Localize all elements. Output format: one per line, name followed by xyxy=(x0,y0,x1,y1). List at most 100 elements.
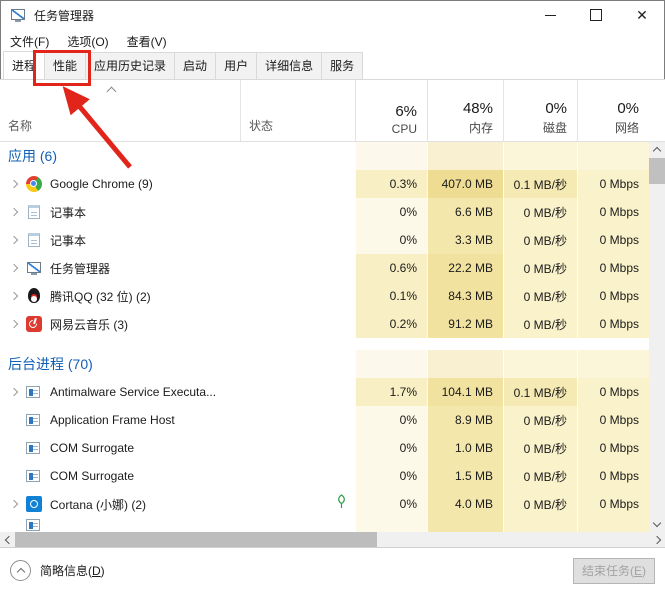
expand-chevron-icon[interactable] xyxy=(8,260,26,276)
tab-startup[interactable]: 启动 xyxy=(174,52,217,79)
disk-column-header[interactable]: 0% 磁盘 xyxy=(503,80,577,141)
process-name: 记事本 xyxy=(50,205,87,220)
net-value-cell: 0 Mbps xyxy=(577,254,649,282)
tab-app-history[interactable]: 应用历史记录 xyxy=(85,52,176,79)
chrome-icon xyxy=(26,176,42,192)
minimize-button[interactable] xyxy=(527,0,573,30)
process-name-cell: Antimalware Service Executa... xyxy=(0,378,240,406)
tab-details[interactable]: 详细信息 xyxy=(256,52,323,79)
cpu-value-cell: 0.6% xyxy=(355,254,427,282)
mem-value-cell xyxy=(427,142,503,170)
notepad-icon xyxy=(28,233,40,247)
partial-process-row[interactable] xyxy=(0,518,649,532)
menu-item-options[interactable]: 选项(O) xyxy=(65,31,110,52)
horizontal-scrollbar[interactable] xyxy=(0,532,665,547)
process-row[interactable]: Cortana (小娜) (2) 0% 4.0 MB 0 MB/秒 0 Mbps xyxy=(0,490,649,518)
mem-value-cell: 91.2 MB xyxy=(427,310,503,338)
status-cell xyxy=(240,406,355,434)
process-row[interactable]: Google Chrome (9) 0.3% 407.0 MB 0.1 MB/秒 0 M… xyxy=(0,170,649,198)
chevron-left-icon xyxy=(4,535,13,544)
disk-value-cell: 0 MB/秒 xyxy=(503,434,577,462)
memory-column-header[interactable]: 48% 内存 xyxy=(427,80,503,141)
tab-performance[interactable]: 性能 xyxy=(44,52,87,79)
group-header-row[interactable]: 后台进程 (70) xyxy=(0,350,649,378)
chevron-right-icon xyxy=(652,535,661,544)
tab-services[interactable]: 服务 xyxy=(321,52,364,79)
status-header-label: 状态 xyxy=(249,119,274,133)
process-row[interactable]: 网易云音乐 (3) 0.2% 91.2 MB 0 MB/秒 0 Mbps xyxy=(0,310,649,338)
menu-item-file[interactable]: 文件(F) xyxy=(8,31,51,52)
cpu-value-cell: 0% xyxy=(355,434,427,462)
tab-users[interactable]: 用户 xyxy=(215,52,258,79)
generic-icon xyxy=(26,414,40,426)
fewer-details-toggle[interactable]: 简略信息(D) xyxy=(10,560,105,581)
process-row[interactable]: 任务管理器 0.6% 22.2 MB 0 MB/秒 0 Mbps xyxy=(0,254,649,282)
status-cell xyxy=(240,142,355,170)
generic-icon xyxy=(26,442,40,454)
mem-value-cell: 22.2 MB xyxy=(427,254,503,282)
scroll-up-button[interactable] xyxy=(649,142,665,158)
mem-value-cell: 1.5 MB xyxy=(427,462,503,490)
cpu-column-header[interactable]: 6% CPU xyxy=(355,80,427,141)
net-value-cell: 0 Mbps xyxy=(577,310,649,338)
window-title: 任务管理器 xyxy=(34,8,95,23)
process-row[interactable]: COM Surrogate 0% 1.0 MB 0 MB/秒 0 Mbps xyxy=(0,434,649,462)
process-name: 记事本 xyxy=(50,233,87,248)
expand-chevron-icon[interactable] xyxy=(8,176,26,192)
scroll-left-button[interactable] xyxy=(0,532,15,547)
task-manager-window: 任务管理器 ✕ 文件(F) 选项(O) 查看(V) 进程 性能 应用历史记录 启… xyxy=(0,0,665,592)
process-name-cell: COM Surrogate xyxy=(0,462,240,490)
process-row[interactable]: Antimalware Service Executa... 1.7% 104.1 … xyxy=(0,378,649,406)
cpu-value-cell xyxy=(355,518,427,532)
process-row[interactable]: COM Surrogate 0% 1.5 MB 0 MB/秒 0 Mbps xyxy=(0,462,649,490)
chevron-up-icon xyxy=(652,146,662,156)
table-header: 名称 状态 6% CPU 48% 内存 0% 磁盘 0% 网络 xyxy=(0,80,665,142)
disk-header-label: 磁盘 xyxy=(542,121,567,135)
process-row[interactable]: 记事本 0% 6.6 MB 0 MB/秒 0 Mbps xyxy=(0,198,649,226)
tab-processes[interactable]: 进程 xyxy=(3,51,46,79)
process-name: Application Frame Host xyxy=(50,413,175,427)
group-label: 应用 (6) xyxy=(8,148,57,164)
process-row[interactable]: 记事本 0% 3.3 MB 0 MB/秒 0 Mbps xyxy=(0,226,649,254)
expand-chevron-icon[interactable] xyxy=(8,384,26,400)
tabstrip: 进程 性能 应用历史记录 启动 用户 详细信息 服务 xyxy=(0,51,665,80)
mem-value-cell: 3.3 MB xyxy=(427,226,503,254)
net-value-cell xyxy=(577,142,649,170)
vertical-scrollbar[interactable] xyxy=(649,142,665,532)
process-name-cell: 记事本 xyxy=(0,198,240,226)
scroll-down-button[interactable] xyxy=(649,516,665,532)
expand-chevron-icon[interactable] xyxy=(8,232,26,248)
status-cell xyxy=(240,350,355,378)
close-button[interactable]: ✕ xyxy=(619,0,665,30)
process-name: COM Surrogate xyxy=(50,469,135,483)
expand-chevron-icon[interactable] xyxy=(8,288,26,304)
vertical-scrollbar-thumb[interactable] xyxy=(649,158,665,184)
notepad-icon xyxy=(28,205,40,219)
disk-value-cell: 0 MB/秒 xyxy=(503,310,577,338)
status-column-header[interactable]: 状态 xyxy=(240,80,355,141)
expand-chevron-icon[interactable] xyxy=(8,316,26,332)
net-value-cell xyxy=(577,350,649,378)
group-header-row[interactable]: 应用 (6) xyxy=(0,142,649,170)
name-column-header[interactable]: 名称 xyxy=(0,80,240,141)
net-value-cell: 0 Mbps xyxy=(577,282,649,310)
expand-chevron-icon[interactable] xyxy=(8,204,26,220)
expand-chevron-icon xyxy=(8,440,26,456)
end-task-button[interactable]: 结束任务(E) xyxy=(573,557,655,584)
process-row[interactable]: 腾讯QQ (32 位) (2) 0.1% 84.3 MB 0 MB/秒 0 Mbps xyxy=(0,282,649,310)
cpu-value-cell: 0% xyxy=(355,462,427,490)
scroll-right-button[interactable] xyxy=(650,532,665,547)
horizontal-scrollbar-thumb[interactable] xyxy=(15,532,377,547)
process-row[interactable]: Application Frame Host 0% 8.9 MB 0 MB/秒 0 Mb… xyxy=(0,406,649,434)
group-name-cell: 应用 (6) xyxy=(0,142,240,170)
menubar: 文件(F) 选项(O) 查看(V) xyxy=(0,30,665,52)
menu-item-view[interactable]: 查看(V) xyxy=(125,31,169,52)
process-name-cell xyxy=(0,518,240,532)
network-column-header[interactable]: 0% 网络 xyxy=(577,80,649,141)
cpu-value-cell: 0.2% xyxy=(355,310,427,338)
close-icon: ✕ xyxy=(636,7,648,23)
maximize-button[interactable] xyxy=(573,0,619,30)
collapse-circle-icon xyxy=(10,560,31,581)
expand-chevron-icon[interactable] xyxy=(8,496,26,512)
generic-icon xyxy=(26,386,40,398)
